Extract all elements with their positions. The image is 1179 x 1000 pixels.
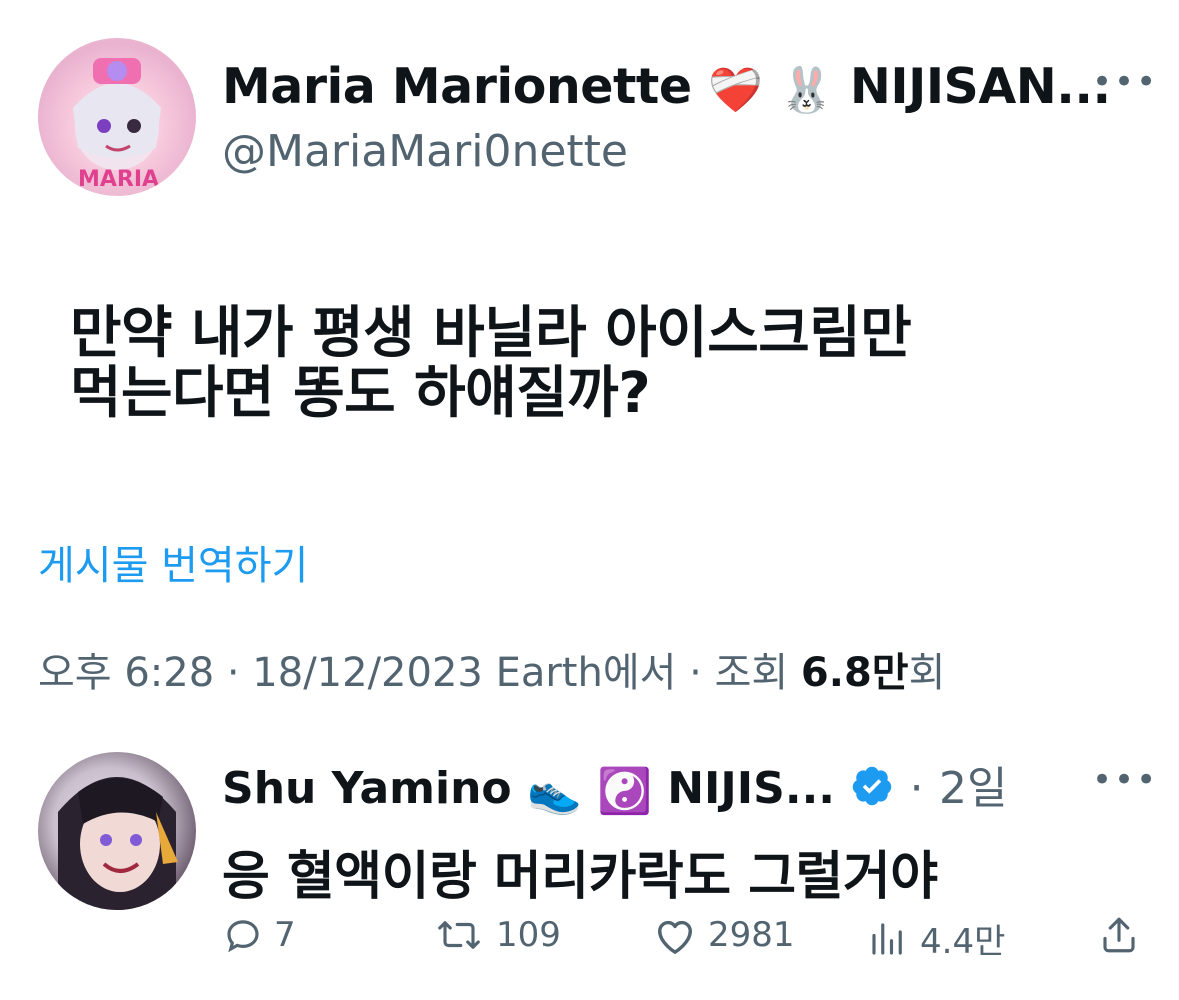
retweet-count: 109 (496, 915, 561, 955)
author-name-row[interactable]: Maria Marionette ❤️‍🩹 🐰 NIJISAN... (222, 58, 1111, 116)
retweet-action[interactable]: 109 (432, 914, 561, 956)
heart-bandage-emoji: ❤️‍🩹 (708, 64, 763, 116)
reply-text: 응 혈액이랑 머리카락도 그럴거야 (222, 847, 938, 907)
tweet-date[interactable]: 18/12/2023 (252, 650, 483, 696)
avatar-art (58, 777, 178, 910)
views-label: 조회 (714, 650, 789, 696)
reply-count: 7 (274, 915, 296, 955)
like-action[interactable]: 2981 (652, 914, 795, 956)
views-icon (866, 918, 910, 960)
svg-text:MARIA: MARIA (78, 167, 159, 192)
verified-badge-icon (850, 764, 894, 819)
yin-yang-emoji: ☯️ (597, 766, 652, 817)
reply-author-suffix: NIJIS... (667, 763, 836, 814)
reply-icon (222, 914, 264, 956)
more-icon[interactable]: ••• (1092, 62, 1158, 102)
rabbit-emoji: 🐰 (778, 64, 834, 116)
reply-author-row[interactable]: Shu Yamino 👟 ☯️ NIJIS... · 2일 (222, 752, 1007, 819)
reply-more-icon[interactable]: ••• (1092, 760, 1158, 800)
like-icon (652, 914, 698, 956)
author-avatar[interactable]: MARIA (38, 38, 196, 196)
retweet-icon (432, 914, 486, 956)
reply-action[interactable]: 7 (222, 914, 296, 956)
tweet-text-line-1: 만약 내가 평생 바닐라 아이스크림만 (70, 301, 912, 366)
tweet-time[interactable]: 오후 6:28 (38, 650, 214, 696)
tweet-source: Earth에서 (495, 650, 677, 696)
translate-post-link[interactable]: 게시물 번역하기 (38, 533, 308, 591)
reply-age[interactable]: 2일 (939, 763, 1007, 814)
views-action[interactable]: 4.4만 (866, 914, 1005, 963)
views-suffix: 회 (908, 650, 946, 696)
shoe-emoji: 👟 (526, 766, 582, 817)
views-number: 6.8만 (800, 650, 909, 696)
avatar-art: MARIA (73, 58, 161, 192)
share-icon (1098, 914, 1140, 956)
tweet-text-line-2: 먹는다면 똥도 하얘질까? (70, 361, 651, 426)
author-name[interactable]: Maria Marionette (222, 58, 692, 115)
like-count: 2981 (708, 915, 795, 955)
reply-author-name[interactable]: Shu Yamino (222, 763, 512, 814)
author-handle[interactable]: @MariaMari0nette (222, 126, 628, 177)
views-count: 4.4만 (920, 922, 1006, 962)
share-action[interactable] (1098, 914, 1140, 956)
reply-author-avatar[interactable] (38, 752, 196, 910)
tweet-text: 만약 내가 평생 바닐라 아이스크림만 먹는다면 똥도 하얘질까? (70, 304, 1130, 424)
tweet-meta: 오후 6:28 · 18/12/2023 Earth에서 · 조회 6.8만회 (38, 650, 946, 696)
author-name-suffix: NIJISAN... (849, 58, 1111, 115)
